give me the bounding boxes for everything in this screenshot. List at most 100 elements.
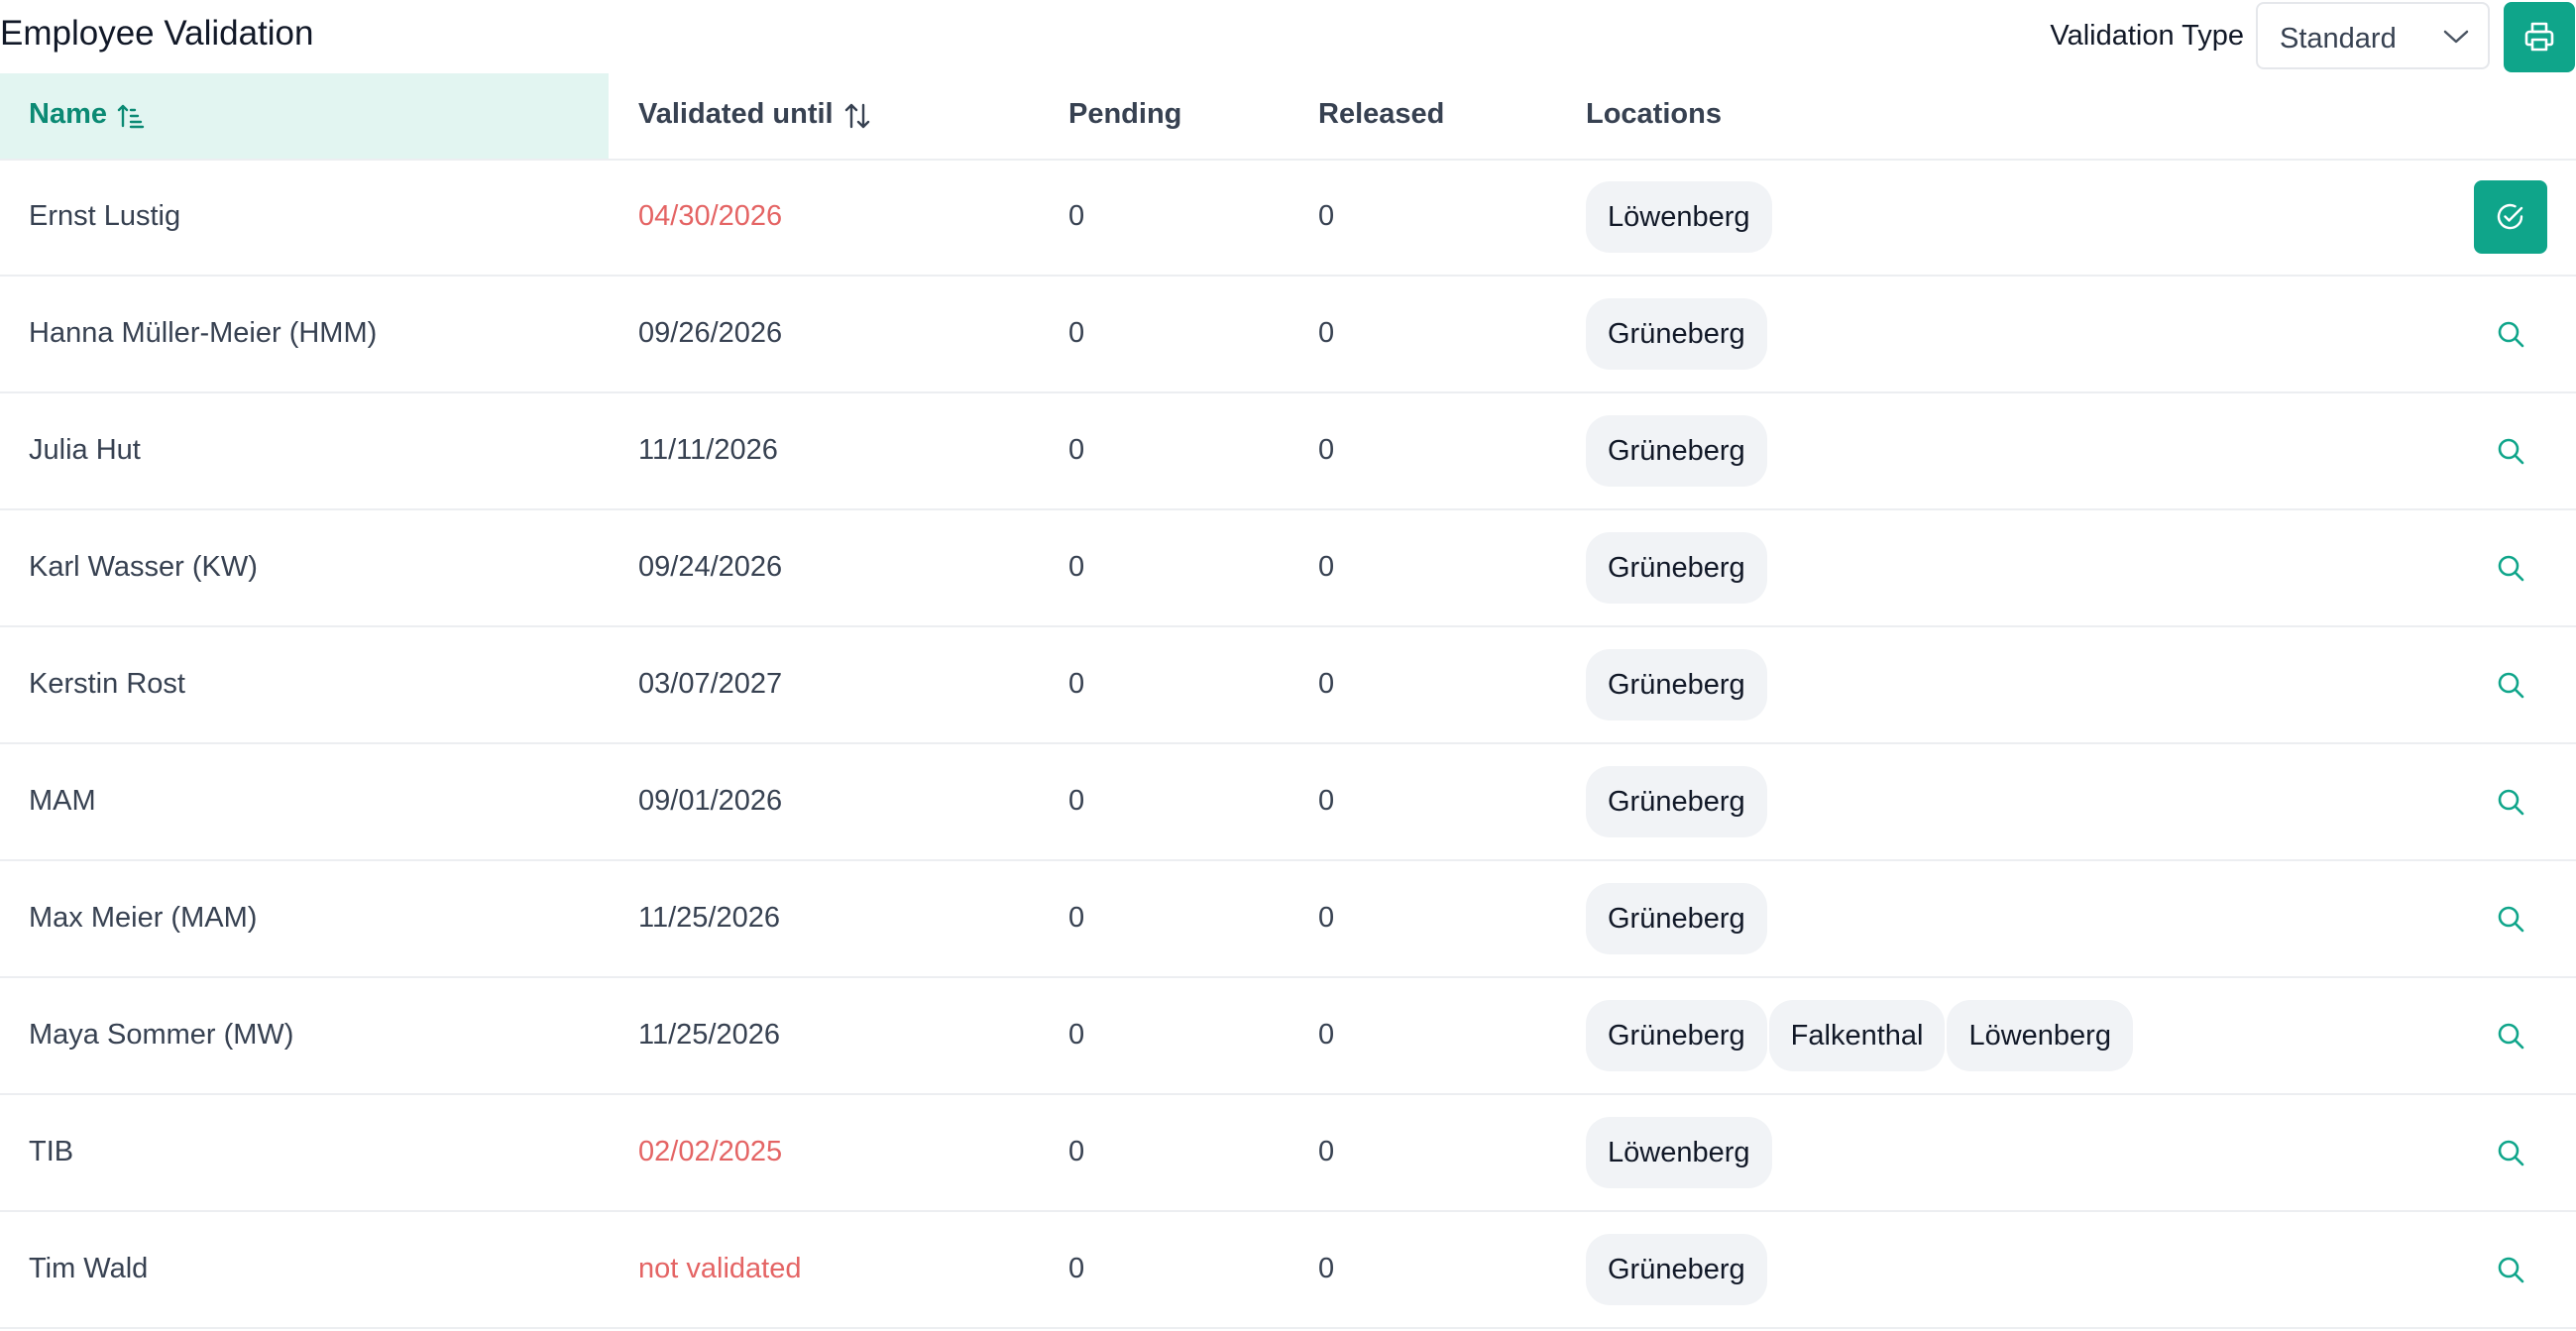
column-header-validated-until[interactable]: Validated until — [609, 73, 1005, 159]
location-chip: Löwenberg — [1947, 1000, 2133, 1071]
validated-until: not validated — [638, 1253, 802, 1284]
table-row[interactable]: Tim Wald not validated 0 0 Grüneberg — [0, 1212, 2576, 1329]
location-chips: Grüneberg — [1586, 298, 1767, 370]
released-count: 0 — [1318, 200, 1335, 232]
column-header-name[interactable]: Name — [0, 73, 609, 159]
table-row[interactable]: Hanna Müller-Meier (HMM) 09/26/2026 0 0 Grün… — [0, 277, 2576, 393]
validated-until: 02/02/2025 — [638, 1136, 783, 1167]
pending-count: 0 — [1068, 902, 1085, 934]
view-details-button[interactable] — [2474, 999, 2547, 1072]
pending-count: 0 — [1068, 1136, 1085, 1167]
employee-name: Karl Wasser (KW) — [29, 551, 258, 583]
validated-until: 04/30/2026 — [638, 200, 783, 232]
view-details-button[interactable] — [2474, 414, 2547, 488]
validated-until: 11/25/2026 — [638, 902, 780, 934]
sort-unsorted-icon — [844, 103, 870, 129]
location-chip: Grüneberg — [1586, 1000, 1767, 1071]
search-icon — [2498, 789, 2524, 816]
column-header-pending: Pending — [1055, 73, 1253, 159]
column-label-locations: Locations — [1586, 98, 1722, 130]
released-count: 0 — [1318, 434, 1335, 466]
location-chips: Grüneberg — [1586, 766, 1767, 837]
view-details-button[interactable] — [2474, 648, 2547, 721]
employee-name: TIB — [29, 1136, 74, 1167]
employee-name: Ernst Lustig — [29, 200, 181, 232]
table-row[interactable]: Julia Hut 11/11/2026 0 0 Grüneberg — [0, 393, 2576, 510]
column-label-validated-until: Validated until — [638, 98, 834, 130]
search-icon — [2498, 555, 2524, 582]
validated-until: 09/24/2026 — [638, 551, 783, 583]
column-label-released: Released — [1318, 98, 1445, 130]
view-details-button[interactable] — [2474, 765, 2547, 838]
column-header-released: Released — [1304, 73, 1503, 159]
location-chips: Löwenberg — [1586, 1117, 1772, 1188]
column-label-name: Name — [29, 98, 107, 130]
employee-name: Maya Sommer (MW) — [29, 1019, 294, 1051]
location-chip: Grüneberg — [1586, 532, 1767, 604]
released-count: 0 — [1318, 551, 1335, 583]
released-count: 0 — [1318, 317, 1335, 349]
pending-count: 0 — [1068, 1253, 1085, 1284]
page-title: Employee Validation — [0, 14, 314, 53]
pending-count: 0 — [1068, 317, 1085, 349]
validated-until: 09/26/2026 — [638, 317, 783, 349]
location-chips: Grüneberg — [1586, 532, 1767, 604]
employee-name: Kerstin Rost — [29, 668, 185, 700]
column-label-pending: Pending — [1068, 98, 1182, 130]
released-count: 0 — [1318, 1136, 1335, 1167]
location-chip: Löwenberg — [1586, 181, 1772, 253]
validate-button[interactable] — [2474, 180, 2547, 254]
location-chips: Grüneberg — [1586, 415, 1767, 487]
view-details-button[interactable] — [2474, 531, 2547, 605]
employee-name: Max Meier (MAM) — [29, 902, 258, 934]
location-chip: Falkenthal — [1768, 1000, 1946, 1071]
validated-until: 03/07/2027 — [638, 668, 783, 700]
view-details-button[interactable] — [2474, 1233, 2547, 1306]
released-count: 0 — [1318, 902, 1335, 934]
released-count: 0 — [1318, 1253, 1335, 1284]
pending-count: 0 — [1068, 1019, 1085, 1051]
table-row[interactable]: MAM 09/01/2026 0 0 Grüneberg — [0, 744, 2576, 861]
employee-validation-page: Employee Validation Validation Type Stan… — [0, 0, 2576, 1331]
location-chip: Grüneberg — [1586, 883, 1767, 954]
table-header: Name Validated until Pending Released Lo… — [0, 73, 2576, 161]
printer-icon — [2524, 22, 2554, 52]
table-row[interactable]: Max Meier (MAM) 11/25/2026 0 0 Grüneberg — [0, 861, 2576, 978]
search-icon — [2498, 438, 2524, 465]
pending-count: 0 — [1068, 551, 1085, 583]
employee-name: Hanna Müller-Meier (HMM) — [29, 317, 378, 349]
released-count: 0 — [1318, 668, 1335, 700]
table-row[interactable]: Kerstin Rost 03/07/2027 0 0 Grüneberg — [0, 627, 2576, 744]
validated-until: 09/01/2026 — [638, 785, 783, 817]
validated-until: 11/25/2026 — [638, 1019, 780, 1051]
location-chips: Grüneberg — [1586, 1234, 1767, 1305]
validation-type-value: Standard — [2280, 23, 2397, 55]
location-chip: Grüneberg — [1586, 766, 1767, 837]
employee-name: MAM — [29, 785, 96, 817]
view-details-button[interactable] — [2474, 1116, 2547, 1189]
table-row[interactable]: TIB 02/02/2025 0 0 Löwenberg — [0, 1095, 2576, 1212]
location-chips: Grüneberg — [1586, 883, 1767, 954]
table-row[interactable]: Ernst Lustig 04/30/2026 0 0 Löwenberg — [0, 160, 2576, 277]
search-icon — [2498, 321, 2524, 348]
employee-table-body: Ernst Lustig 04/30/2026 0 0 Löwenberg Hanna M… — [0, 160, 2576, 1329]
location-chip: Grüneberg — [1586, 1234, 1767, 1305]
chevron-down-icon — [2443, 30, 2469, 44]
view-details-button[interactable] — [2474, 882, 2547, 955]
view-details-button[interactable] — [2474, 297, 2547, 371]
table-row[interactable]: Karl Wasser (KW) 09/24/2026 0 0 Grüneberg — [0, 510, 2576, 627]
released-count: 0 — [1318, 1019, 1335, 1051]
location-chips: Grüneberg Falkenthal Löwenberg — [1586, 1000, 2133, 1071]
toolbar: Employee Validation Validation Type Stan… — [0, 0, 2576, 73]
print-button[interactable] — [2504, 2, 2575, 72]
check-circle-icon — [2497, 203, 2523, 230]
validation-type-select[interactable]: Standard — [2256, 2, 2490, 69]
validated-until: 11/11/2026 — [638, 434, 778, 466]
search-icon — [2498, 1140, 2524, 1166]
location-chip: Grüneberg — [1586, 298, 1767, 370]
pending-count: 0 — [1068, 200, 1085, 232]
column-header-locations: Locations — [1572, 73, 1968, 159]
table-row[interactable]: Maya Sommer (MW) 11/25/2026 0 0 Grüneberg Fal… — [0, 978, 2576, 1095]
pending-count: 0 — [1068, 785, 1085, 817]
search-icon — [2498, 672, 2524, 699]
